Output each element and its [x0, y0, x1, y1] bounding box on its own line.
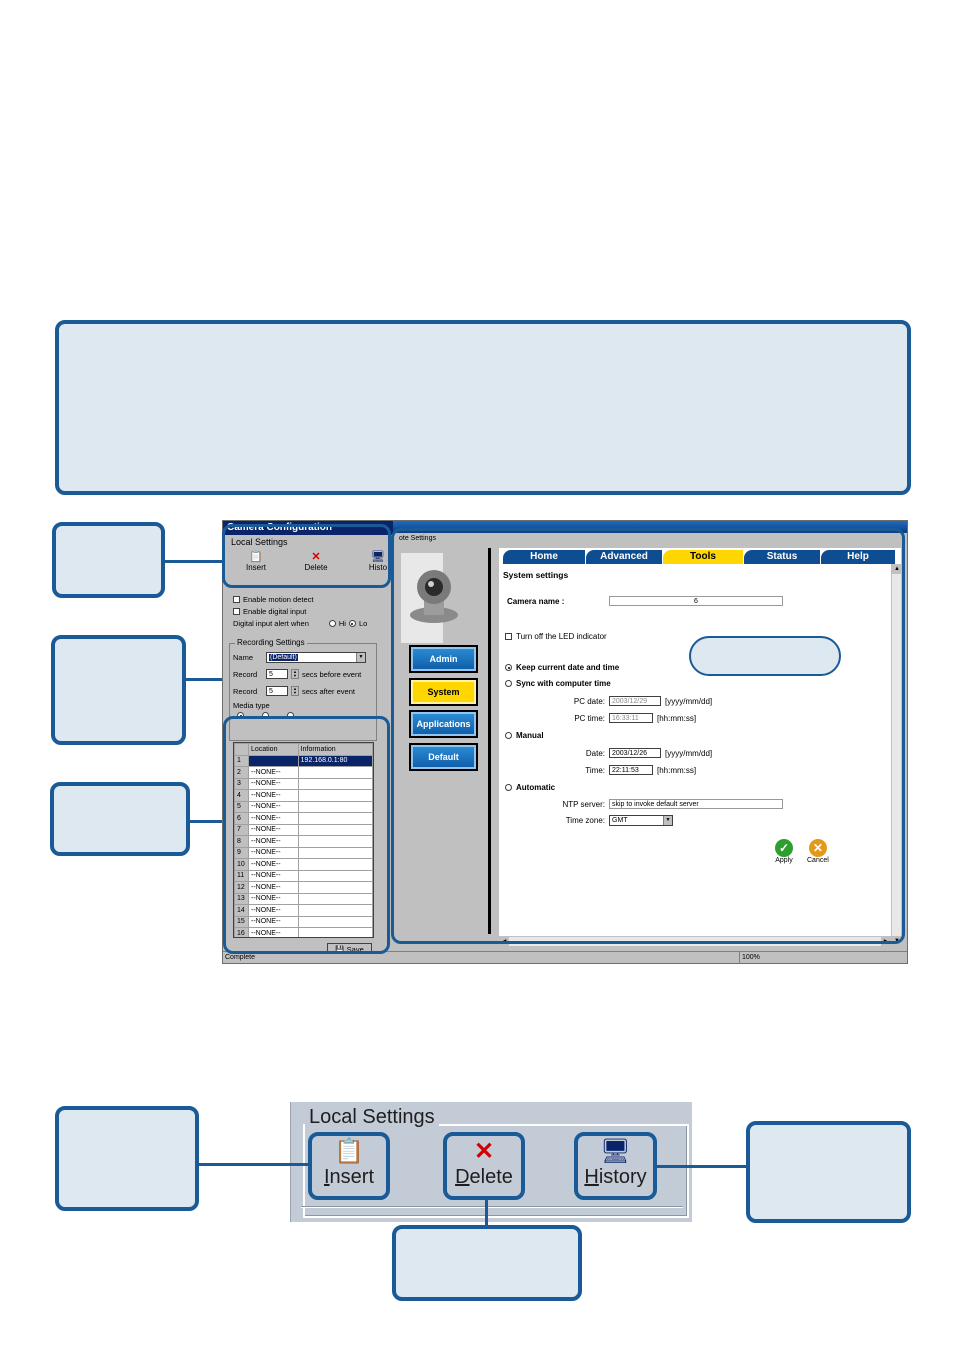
connector-line — [190, 820, 225, 823]
zoom-insert-label: Insert — [323, 1166, 375, 1188]
motion-detect-checkbox[interactable]: Enable motion detect — [233, 595, 313, 604]
zoom-local-settings-label: Local Settings — [305, 1106, 439, 1129]
zoom-history-button[interactable]: 🖥 History — [574, 1132, 657, 1200]
connector-line — [199, 1163, 309, 1166]
media-type-label: Media type — [233, 701, 270, 710]
alert-when-row: Digital input alert when Hi Lo — [233, 619, 367, 628]
zoom-history-label: History — [584, 1166, 647, 1188]
callout-history — [746, 1121, 911, 1223]
record-after-suffix: secs after event — [302, 686, 355, 696]
digital-input-checkbox[interactable]: Enable digital input — [233, 607, 306, 616]
highlight-local-settings — [222, 524, 391, 588]
chevron-down-icon[interactable]: ▼ — [356, 653, 365, 662]
recording-name-select[interactable]: (Default) ▼ — [266, 652, 366, 663]
callout-recording-settings — [51, 635, 186, 745]
highlight-camera-list — [223, 716, 390, 954]
connector-line — [186, 678, 226, 681]
zoom-insert-button[interactable]: 📋 Insert — [308, 1132, 390, 1200]
record-before-suffix: secs before event — [302, 669, 362, 679]
media-type-row: Media type — [233, 701, 270, 710]
alert-hi-radio[interactable] — [328, 620, 336, 627]
history-icon: 🖥 — [600, 1138, 631, 1165]
callout-camera-list — [50, 782, 190, 856]
alert-when-label: Digital input alert when — [233, 619, 309, 628]
recording-settings-label: Recording Settings — [235, 638, 307, 647]
insert-icon: 📋 — [334, 1138, 364, 1165]
callout-system-settings — [689, 636, 841, 676]
record-after-label: Record — [233, 686, 258, 696]
alert-lo-label: Lo — [358, 619, 368, 628]
name-label: Name — [233, 653, 254, 662]
record-after-spinner[interactable]: ▲ ▼ — [291, 686, 299, 696]
callout-insert — [55, 1106, 199, 1211]
alert-lo-radio[interactable] — [348, 620, 356, 627]
recording-name-value: (Default) — [269, 654, 298, 661]
alert-hi-label: Hi — [338, 619, 346, 628]
connector-line — [485, 1200, 488, 1225]
callout-delete — [392, 1225, 582, 1301]
zoom-divider — [301, 1206, 683, 1208]
record-after-row: Record 5 ▲ ▼ secs after event — [233, 686, 355, 696]
digital-input-label: Enable digital input — [243, 607, 307, 616]
connector-line — [165, 560, 227, 563]
checkbox-box[interactable] — [233, 608, 240, 615]
record-before-label: Record — [233, 669, 258, 679]
status-text: Complete — [225, 954, 255, 961]
delete-icon: ✕ — [473, 1138, 495, 1165]
motion-detect-label: Enable motion detect — [243, 595, 314, 604]
connector-line — [656, 1165, 746, 1168]
intro-callout-box — [55, 320, 911, 495]
callout-local-settings — [52, 522, 165, 598]
zoom-delete-label: Delete — [455, 1166, 513, 1188]
highlight-remote-settings — [391, 528, 905, 944]
local-settings-zoom: Local Settings 📋 Insert ✕ Delete 🖥 Histo… — [290, 1102, 692, 1222]
record-after-input[interactable]: 5 — [266, 686, 288, 696]
recording-name-row: Name (Default) ▼ — [233, 652, 366, 663]
record-before-input[interactable]: 5 — [266, 669, 288, 679]
zoom-delete-button[interactable]: ✕ Delete — [443, 1132, 525, 1200]
status-progress: 100% — [739, 952, 760, 963]
record-before-spinner[interactable]: ▲ ▼ — [291, 669, 299, 679]
record-before-row: Record 5 ▲ ▼ secs before event — [233, 669, 361, 679]
checkbox-box[interactable] — [233, 596, 240, 603]
